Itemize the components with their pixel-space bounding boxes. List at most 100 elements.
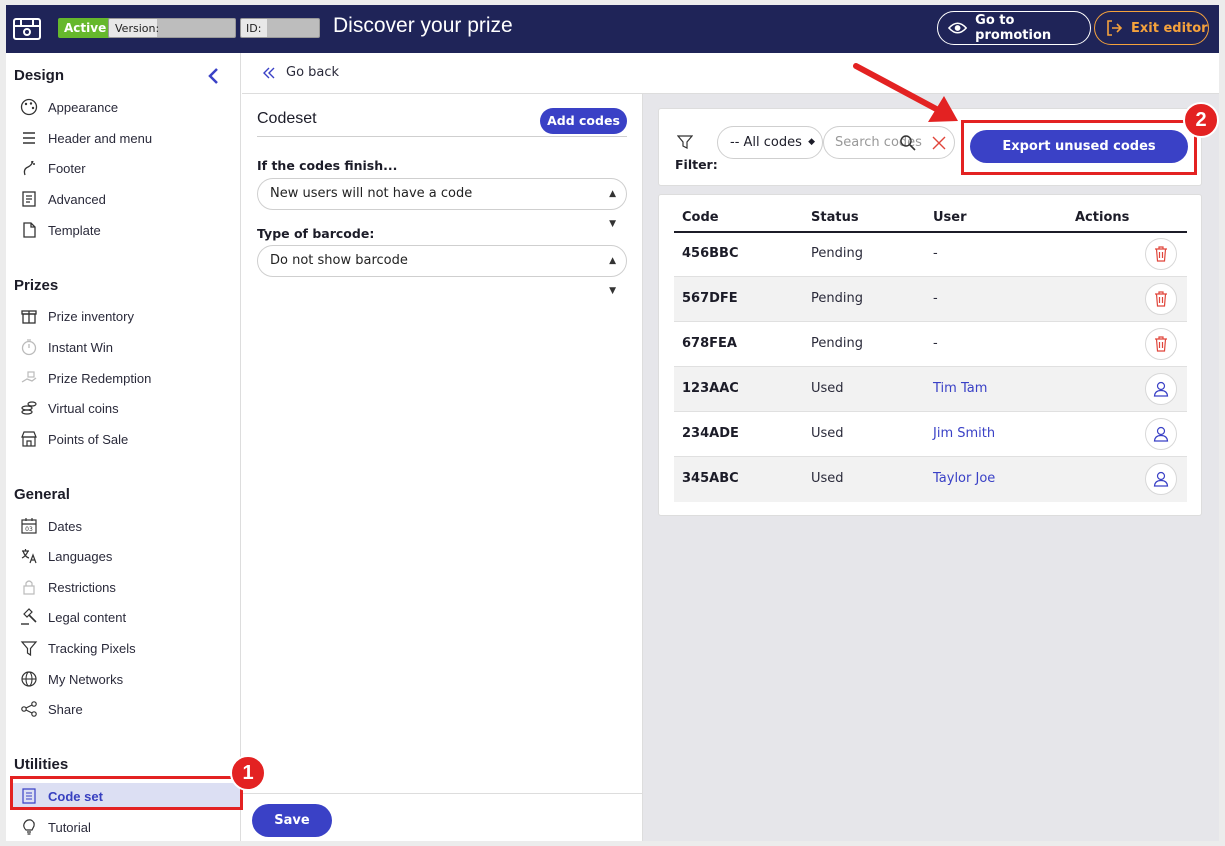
- trash-icon: [1155, 291, 1167, 307]
- chevron-left-icon[interactable]: [206, 67, 222, 85]
- sidebar-item-label: Points of Sale: [48, 431, 129, 447]
- sidebar-item-label: Legal content: [48, 609, 127, 625]
- sidebar-item-label: Tracking Pixels: [48, 640, 136, 656]
- delete-code-button[interactable]: [1145, 238, 1177, 270]
- go-back-label: Go back: [286, 65, 340, 80]
- cell-user-link[interactable]: Taylor Joe: [933, 471, 995, 486]
- sidebar-item-label: Instant Win: [48, 339, 114, 355]
- sidebar-item-legal-content[interactable]: Legal content: [20, 604, 240, 630]
- sidebar: Design Appearance Header and menu Footer…: [6, 53, 241, 841]
- barcode-label: Type of barcode:: [257, 226, 375, 241]
- close-icon[interactable]: [931, 135, 947, 151]
- sidebar-item-label: Header and menu: [48, 130, 153, 146]
- cell-user: -: [933, 336, 938, 351]
- filter-card: Filter: -- All codes ◆ Search codes Expo…: [658, 108, 1202, 186]
- sidebar-item-label: Template: [48, 222, 101, 238]
- eye-icon: [948, 22, 968, 34]
- sidebar-item-prize-inventory[interactable]: Prize inventory: [20, 303, 240, 329]
- sidebar-item-label: My Networks: [48, 671, 124, 687]
- view-user-button[interactable]: [1145, 418, 1177, 450]
- exit-editor-button[interactable]: Exit editor: [1094, 11, 1209, 45]
- sidebar-item-label: Appearance: [48, 99, 119, 115]
- sidebar-item-instant-win[interactable]: Instant Win: [20, 334, 240, 360]
- gift-icon: [21, 310, 37, 324]
- file-icon: [23, 222, 36, 238]
- view-user-button[interactable]: [1145, 463, 1177, 495]
- table-row: 678FEA Pending -: [674, 322, 1187, 367]
- sidebar-item-label: Footer: [48, 160, 86, 176]
- sidebar-item-virtual-coins[interactable]: Virtual coins: [20, 395, 240, 421]
- cell-code: 345ABC: [682, 471, 739, 486]
- sidebar-item-tracking-pixels[interactable]: Tracking Pixels: [20, 635, 240, 661]
- search-icon[interactable]: [899, 134, 917, 152]
- cell-code: 456BBC: [682, 246, 739, 261]
- column-header-status: Status: [811, 210, 859, 225]
- stopwatch-icon: [21, 339, 37, 356]
- go-to-promotion-label: Go to promotion: [975, 13, 1052, 43]
- id-badge: ID:: [240, 18, 320, 38]
- highlight-box: [10, 776, 243, 810]
- delete-code-button[interactable]: [1145, 328, 1177, 360]
- sidebar-item-share[interactable]: Share: [20, 696, 240, 722]
- cell-code: 567DFE: [682, 291, 738, 306]
- table-row: 567DFE Pending -: [674, 277, 1187, 322]
- sidebar-item-header-and-menu[interactable]: Header and menu: [20, 125, 240, 151]
- sidebar-item-tutorial[interactable]: Tutorial: [20, 814, 240, 840]
- user-icon: [1153, 426, 1169, 442]
- palette-icon: [20, 98, 38, 116]
- table-row: 123AAC Used Tim Tam: [674, 367, 1187, 412]
- cell-status: Pending: [811, 336, 863, 351]
- sidebar-item-dates[interactable]: 03 Dates: [20, 513, 240, 539]
- sidebar-section-prizes: Prizes: [14, 277, 59, 294]
- sidebar-item-label: Prize inventory: [48, 308, 134, 324]
- cell-status: Used: [811, 381, 844, 396]
- sidebar-item-footer[interactable]: Footer: [20, 155, 240, 181]
- gavel-icon: [21, 608, 37, 625]
- cell-status: Pending: [811, 291, 863, 306]
- lock-icon: [23, 580, 35, 595]
- document-list-icon: [22, 191, 36, 207]
- sidebar-item-template[interactable]: Template: [20, 217, 240, 243]
- double-chevron-left-icon: [263, 67, 275, 78]
- cell-code: 123AAC: [682, 381, 739, 396]
- trash-icon: [1155, 336, 1167, 352]
- cell-code: 234ADE: [682, 426, 739, 441]
- exit-icon: [1107, 20, 1123, 36]
- sidebar-item-points-of-sale[interactable]: Points of Sale: [20, 426, 240, 452]
- barcode-select[interactable]: Do not show barcode ▲ ▼: [257, 245, 627, 296]
- sidebar-item-advanced[interactable]: Advanced: [20, 186, 240, 212]
- sidebar-item-label: Advanced: [48, 191, 106, 207]
- delete-code-button[interactable]: [1145, 283, 1177, 315]
- funnel-icon: [677, 135, 693, 149]
- code-filter-select[interactable]: -- All codes ◆: [717, 126, 823, 159]
- go-back-link[interactable]: Go back: [262, 65, 339, 80]
- table-row: 456BBC Pending -: [674, 232, 1187, 277]
- sidebar-item-restrictions[interactable]: Restrictions: [20, 574, 240, 600]
- sidebar-item-languages[interactable]: Languages: [20, 543, 240, 569]
- cell-status: Used: [811, 471, 844, 486]
- go-to-promotion-button[interactable]: Go to promotion: [937, 11, 1091, 45]
- coins-icon: [21, 401, 37, 415]
- select-caret-icon: ◆: [808, 137, 815, 147]
- trash-icon: [1155, 246, 1167, 262]
- add-codes-button[interactable]: Add codes: [540, 108, 627, 134]
- sidebar-item-prize-redemption[interactable]: Prize Redemption: [20, 365, 240, 391]
- codeset-panel: Codeset Add codes If the codes finish...…: [242, 94, 643, 841]
- translate-icon: [21, 549, 37, 564]
- filter-label: Filter:: [675, 157, 718, 172]
- finish-select-value: New users will not have a code: [270, 186, 473, 201]
- sidebar-item-my-networks[interactable]: My Networks: [20, 666, 240, 692]
- cell-status: Pending: [811, 246, 863, 261]
- save-button[interactable]: Save: [252, 804, 332, 837]
- barcode-select-value: Do not show barcode: [270, 253, 408, 268]
- cell-code: 678FEA: [682, 336, 737, 351]
- lightbulb-icon: [23, 819, 35, 835]
- sidebar-item-appearance[interactable]: Appearance: [20, 94, 240, 120]
- finish-select[interactable]: New users will not have a code ▲ ▼: [257, 178, 627, 229]
- table-row: 345ABC Used Taylor Joe: [674, 457, 1187, 502]
- cell-user-link[interactable]: Jim Smith: [933, 426, 995, 441]
- cell-user-link[interactable]: Tim Tam: [933, 381, 987, 396]
- view-user-button[interactable]: [1145, 373, 1177, 405]
- page-title: Discover your prize: [333, 14, 513, 37]
- top-bar: Active Version: ID: Discover your prize …: [6, 5, 1219, 53]
